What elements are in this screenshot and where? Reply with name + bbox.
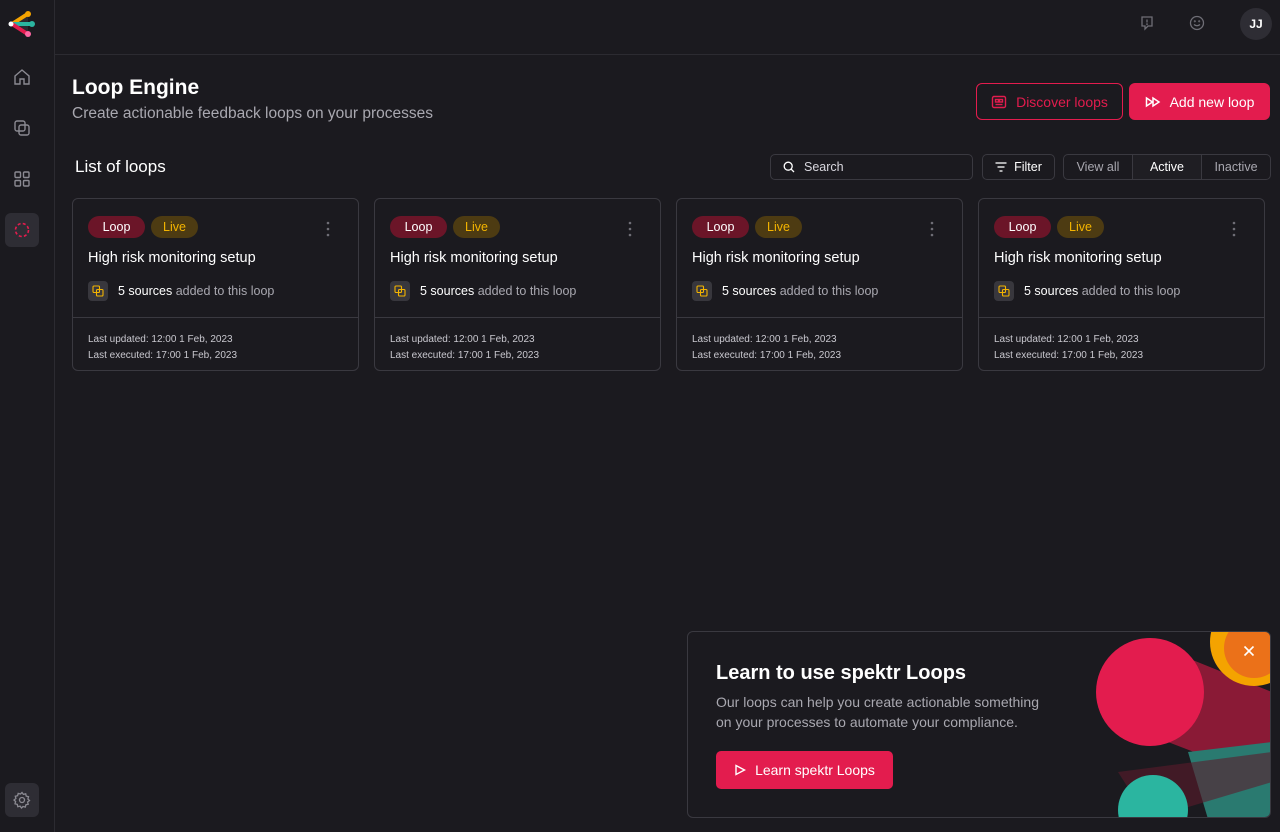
processes-icon [14, 120, 30, 136]
sources-icon [994, 281, 1014, 301]
avatar[interactable]: JJ [1240, 8, 1272, 40]
card-divider [677, 317, 962, 318]
live-status-tag: Live [755, 216, 802, 238]
search-icon [783, 161, 795, 173]
card-divider [73, 317, 358, 318]
more-vertical-icon[interactable] [930, 221, 934, 237]
last-updated: Last updated: 12:00 1 Feb, 2023 [88, 334, 233, 345]
live-status-tag: Live [151, 216, 198, 238]
filter-button[interactable]: Filter [982, 154, 1055, 180]
loop-tag: Loop [390, 216, 447, 238]
card-meta: Last updated: 12:00 1 Feb, 2023 Last exe… [390, 332, 539, 364]
sources-suffix: added to this loop [477, 284, 577, 298]
sources-count: 5 sources [1024, 284, 1079, 298]
more-vertical-icon[interactable] [628, 221, 632, 237]
spektr-logo[interactable] [8, 9, 36, 39]
search-input[interactable] [804, 160, 954, 174]
card-divider [375, 317, 660, 318]
add-new-loop-button[interactable]: Add new loop [1129, 83, 1270, 120]
loops-icon [14, 222, 30, 238]
sources-info: 5 sources added to this loop [390, 281, 576, 301]
apps-grid-icon [14, 171, 30, 187]
card-title: High risk monitoring setup [994, 250, 1162, 266]
smiley-icon [1189, 15, 1205, 31]
sources-icon [390, 281, 410, 301]
card-title: High risk monitoring setup [88, 250, 256, 266]
close-icon [1243, 645, 1255, 657]
status-segmented-control: View all Active Inactive [1063, 154, 1271, 180]
card-title: High risk monitoring setup [390, 250, 558, 266]
loop-card[interactable]: Loop Live High risk monitoring setup 5 s… [676, 198, 963, 371]
sidebar [0, 0, 55, 832]
more-vertical-icon[interactable] [1232, 221, 1236, 237]
sources-info: 5 sources added to this loop [88, 281, 274, 301]
sources-icon [88, 281, 108, 301]
card-meta: Last updated: 12:00 1 Feb, 2023 Last exe… [994, 332, 1143, 364]
top-bar: JJ [55, 0, 1280, 55]
sidebar-item-home[interactable] [5, 60, 39, 94]
play-icon [735, 764, 747, 776]
page-subtitle: Create actionable feedback loops on your… [72, 105, 434, 122]
discover-loops-label: Discover loops [1016, 93, 1108, 110]
segment-view-all[interactable]: View all [1064, 155, 1132, 179]
close-promo-button[interactable] [1238, 640, 1260, 662]
sources-count: 5 sources [722, 284, 777, 298]
segment-inactive[interactable]: Inactive [1201, 155, 1270, 179]
learn-loops-button[interactable]: Learn spektr Loops [716, 751, 893, 789]
sources-icon [692, 281, 712, 301]
promo-title: Learn to use spektr Loops [716, 662, 967, 684]
loop-tag: Loop [994, 216, 1051, 238]
more-vertical-icon[interactable] [326, 221, 330, 237]
loop-tag: Loop [88, 216, 145, 238]
sources-info: 5 sources added to this loop [692, 281, 878, 301]
sidebar-item-settings[interactable] [5, 783, 39, 817]
sidebar-item-apps[interactable] [5, 162, 39, 196]
discover-loops-button[interactable]: Discover loops [976, 83, 1123, 120]
search-box[interactable] [770, 154, 973, 180]
sources-suffix: added to this loop [779, 284, 879, 298]
sources-suffix: added to this loop [1081, 284, 1181, 298]
gear-icon [13, 791, 31, 809]
sources-suffix: added to this loop [175, 284, 275, 298]
feedback-button[interactable] [1137, 13, 1157, 33]
loop-tag: Loop [692, 216, 749, 238]
last-executed: Last executed: 17:00 1 Feb, 2023 [88, 350, 237, 361]
mood-button[interactable] [1187, 13, 1207, 33]
page-title: Loop Engine [72, 76, 200, 99]
card-divider [979, 317, 1264, 318]
learn-loops-label: Learn spektr Loops [755, 762, 875, 778]
loop-card[interactable]: Loop Live High risk monitoring setup 5 s… [978, 198, 1265, 371]
filter-icon [995, 162, 1007, 172]
last-executed: Last executed: 17:00 1 Feb, 2023 [390, 350, 539, 361]
sources-count: 5 sources [118, 284, 173, 298]
loop-card[interactable]: Loop Live High risk monitoring setup 5 s… [374, 198, 661, 371]
section-title: List of loops [75, 157, 166, 176]
live-status-tag: Live [453, 216, 500, 238]
loop-card[interactable]: Loop Live High risk monitoring setup 5 s… [72, 198, 359, 371]
add-new-loop-label: Add new loop [1169, 93, 1255, 110]
last-updated: Last updated: 12:00 1 Feb, 2023 [692, 334, 837, 345]
sidebar-item-processes[interactable] [5, 111, 39, 145]
message-alert-icon [1141, 16, 1153, 31]
sources-info: 5 sources added to this loop [994, 281, 1180, 301]
last-updated: Last updated: 12:00 1 Feb, 2023 [994, 334, 1139, 345]
filter-label: Filter [1014, 160, 1042, 174]
sources-count: 5 sources [420, 284, 475, 298]
live-status-tag: Live [1057, 216, 1104, 238]
last-updated: Last updated: 12:00 1 Feb, 2023 [390, 334, 535, 345]
card-meta: Last updated: 12:00 1 Feb, 2023 Last exe… [88, 332, 237, 364]
sidebar-item-loops[interactable] [5, 213, 39, 247]
promo-text: Our loops can help you create actionable… [716, 694, 1039, 730]
last-executed: Last executed: 17:00 1 Feb, 2023 [994, 350, 1143, 361]
learn-loops-promo: Learn to use spektr Loops Our loops can … [687, 631, 1271, 818]
card-meta: Last updated: 12:00 1 Feb, 2023 Last exe… [692, 332, 841, 364]
fast-forward-icon [1145, 96, 1160, 107]
segment-active[interactable]: Active [1132, 155, 1201, 179]
discover-icon [991, 95, 1007, 108]
home-icon [14, 69, 30, 85]
card-title: High risk monitoring setup [692, 250, 860, 266]
last-executed: Last executed: 17:00 1 Feb, 2023 [692, 350, 841, 361]
